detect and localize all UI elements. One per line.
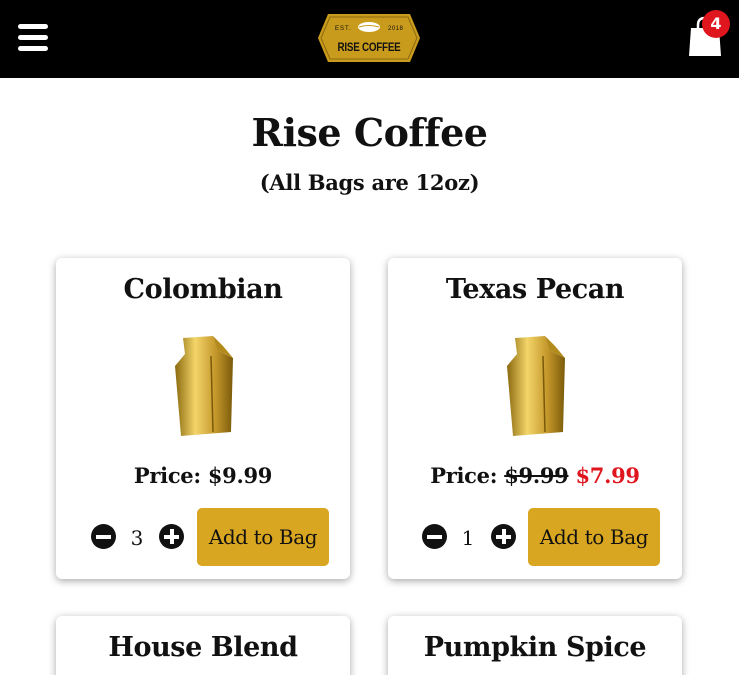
cart-count-badge: 4 xyxy=(702,10,730,38)
top-nav-bar: EST. 2018 RISE COFFEE 4 xyxy=(0,0,739,78)
product-price: Price: $9.99 xyxy=(56,463,350,488)
quantity-value: 3 xyxy=(130,526,144,550)
rise-coffee-logo[interactable]: EST. 2018 RISE COFFEE xyxy=(318,14,420,62)
logo-name-text: RISE COFFEE xyxy=(337,40,401,54)
product-card-pumpkin-spice: Pumpkin Spice xyxy=(388,616,682,675)
add-to-bag-button[interactable]: Add to Bag xyxy=(528,508,660,566)
quantity-value: 1 xyxy=(461,526,475,550)
menu-icon-bar xyxy=(18,35,48,40)
product-name: Texas Pecan xyxy=(445,274,625,305)
logo-est-text: EST. xyxy=(335,26,352,32)
price-value: $9.99 xyxy=(207,463,273,488)
product-card-colombian: Colombian Price: $9.99 3 Add to Bag xyxy=(56,258,350,579)
increase-quantity-icon[interactable] xyxy=(491,524,516,549)
menu-icon-bar xyxy=(18,24,48,29)
menu-icon[interactable] xyxy=(18,24,48,52)
product-card-house-blend: House Blend xyxy=(56,616,350,675)
decrease-quantity-icon[interactable] xyxy=(422,524,447,549)
logo-year-text: 2018 xyxy=(388,26,404,32)
sale-price: $7.99 xyxy=(575,463,640,488)
price-label: Price: xyxy=(133,463,201,488)
add-to-bag-button[interactable]: Add to Bag xyxy=(197,508,329,566)
page-subtitle: (All Bags are 12oz) xyxy=(259,170,480,195)
increase-quantity-icon[interactable] xyxy=(159,524,184,549)
price-label: Price: xyxy=(430,463,498,488)
product-name: Pumpkin Spice xyxy=(423,632,647,663)
menu-icon-bar xyxy=(18,46,48,51)
logo-badge-shape xyxy=(318,14,420,62)
decrease-quantity-icon[interactable] xyxy=(91,524,116,549)
coffee-bag-image xyxy=(175,336,233,436)
page-title: Rise Coffee xyxy=(251,110,488,155)
product-price: Price: $9.99 $7.99 xyxy=(388,463,682,488)
product-card-texas-pecan: Texas Pecan Price: $9.99 $7.99 1 Add to … xyxy=(388,258,682,579)
original-price: $9.99 xyxy=(504,463,569,488)
product-name: House Blend xyxy=(108,632,298,663)
product-name: Colombian xyxy=(123,274,283,305)
coffee-bag-image xyxy=(507,336,565,436)
